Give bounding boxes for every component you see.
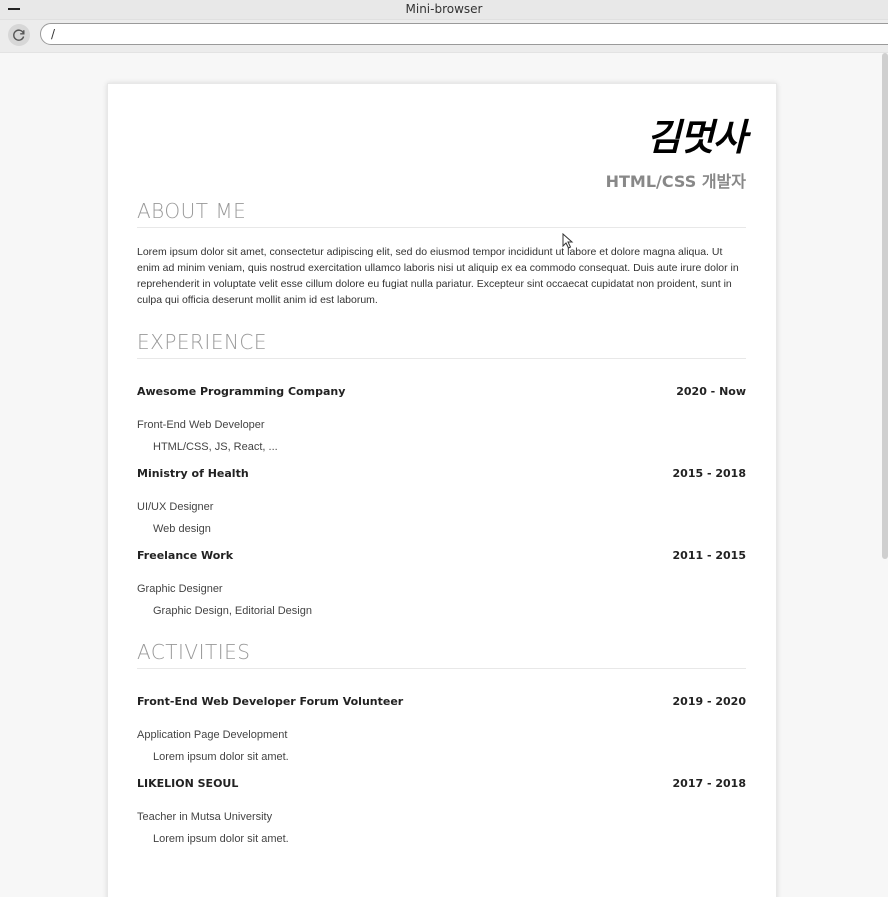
experience-list: Awesome Programming Company 2020 - Now F… (137, 385, 746, 618)
entry-role: Graphic Designer (137, 583, 223, 595)
activities-list: Front-End Web Developer Forum Volunteer … (137, 695, 746, 846)
resume-subtitle: HTML/CSS 개발자 (605, 172, 746, 191)
mouse-cursor-icon (562, 233, 574, 249)
experience-heading: EXPERIENCE (137, 330, 746, 359)
window-title: Mini-browser (405, 2, 483, 16)
reload-icon (13, 29, 25, 41)
entry-organization: Awesome Programming Company (137, 385, 346, 398)
resume-name: 김멋사 (646, 116, 747, 159)
resume-document: 김멋사 HTML/CSS 개발자 ABOUT ME Lorem ipsum do… (107, 83, 777, 897)
entry-detail: Web design (153, 523, 211, 535)
entry-detail: HTML/CSS, JS, React, ... (153, 441, 278, 453)
entry-role: Teacher in Mutsa University (137, 811, 273, 823)
entry-organization: Ministry of Health (137, 467, 249, 480)
entry-role: UI/UX Designer (137, 501, 214, 513)
activities-heading: ACTIVITIES (137, 640, 746, 669)
entry-detail: Lorem ipsum dolor sit amet. (153, 751, 289, 763)
entry-role: Front-End Web Developer (137, 419, 265, 431)
activity-entry: LIKELION SEOUL 2017 - 2018 Teacher in Mu… (137, 777, 746, 846)
entry-organization: Front-End Web Developer Forum Volunteer (137, 695, 404, 708)
browser-window: Mini-browser / 김멋사 HTML/CSS 개발자 ABOUT ME… (0, 0, 888, 897)
entry-organization: Freelance Work (137, 549, 234, 562)
entry-period: 2011 - 2015 (672, 549, 746, 562)
about-me-text: Lorem ipsum dolor sit amet, consectetur … (137, 246, 739, 306)
activity-entry: Front-End Web Developer Forum Volunteer … (137, 695, 746, 764)
reload-button[interactable] (8, 24, 30, 46)
browser-toolbar: / (0, 20, 888, 53)
entry-role: Application Page Development (137, 729, 288, 741)
title-bar: Mini-browser (0, 0, 888, 20)
entry-period: 2017 - 2018 (672, 777, 746, 790)
experience-entry: Ministry of Health 2015 - 2018 UI/UX Des… (137, 467, 746, 536)
page-viewport[interactable]: 김멋사 HTML/CSS 개발자 ABOUT ME Lorem ipsum do… (0, 53, 888, 897)
entry-period: 2019 - 2020 (672, 695, 746, 708)
entry-organization: LIKELION SEOUL (137, 777, 239, 790)
vertical-scrollbar[interactable] (882, 53, 888, 559)
about-me-heading: ABOUT ME (137, 199, 746, 228)
entry-period: 2020 - Now (676, 385, 746, 398)
entry-detail: Graphic Design, Editorial Design (153, 605, 312, 617)
experience-entry: Awesome Programming Company 2020 - Now F… (137, 385, 746, 454)
entry-period: 2015 - 2018 (672, 467, 746, 480)
experience-entry: Freelance Work 2011 - 2015 Graphic Desig… (137, 549, 746, 618)
minimize-button[interactable] (8, 8, 20, 10)
address-bar[interactable]: / (40, 23, 888, 45)
entry-detail: Lorem ipsum dolor sit amet. (153, 833, 289, 845)
